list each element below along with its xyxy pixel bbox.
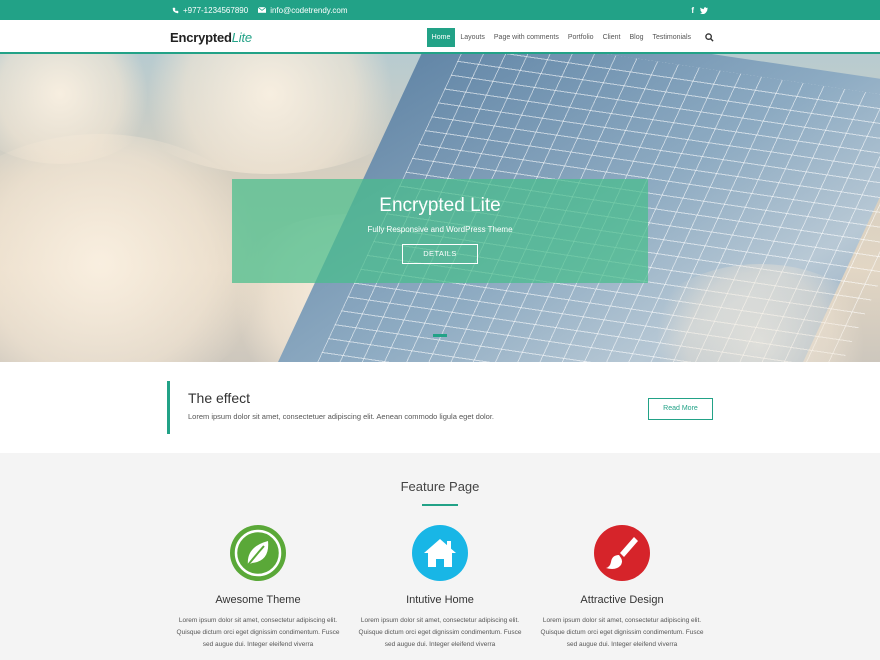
feature-item: Intutive Home Lorem ipsum dolor sit amet… <box>350 525 530 651</box>
phone-number[interactable]: +977-1234567890 <box>183 6 248 15</box>
feature-item: Awesome Theme Lorem ipsum dolor sit amet… <box>168 525 348 651</box>
contact-info: +977-1234567890 info@codetrendy.com <box>172 0 348 20</box>
feature-name: Attractive Design <box>580 594 664 606</box>
nav-item-page-with-comments[interactable]: Page with comments <box>490 29 563 46</box>
search-icon[interactable] <box>705 33 714 42</box>
envelope-icon <box>258 7 267 13</box>
nav-item-home[interactable]: Home <box>426 28 456 47</box>
title-underline <box>422 504 458 506</box>
details-button[interactable]: DETAILS <box>402 244 478 264</box>
facebook-icon[interactable]: f <box>691 6 694 15</box>
hero-caption: Encrypted Lite Fully Responsive and Word… <box>232 179 648 283</box>
phone-icon <box>172 7 179 13</box>
feature-text: Lorem ipsum dolor sit amet, consectetur … <box>540 617 704 648</box>
email-contact: info@codetrendy.com <box>258 6 348 15</box>
email-address[interactable]: info@codetrendy.com <box>270 6 347 15</box>
twitter-icon[interactable] <box>700 6 708 14</box>
read-more-button[interactable]: Read More <box>648 398 713 420</box>
leaf-icon[interactable] <box>230 525 286 581</box>
feature-name: Intutive Home <box>406 594 474 606</box>
paintbrush-icon[interactable] <box>594 525 650 581</box>
effect-text: Lorem ipsum dolor sit amet, consectetuer… <box>188 412 495 421</box>
hero-subtitle: Fully Responsive and WordPress Theme <box>367 225 513 234</box>
nav-item-blog[interactable]: Blog <box>625 29 647 46</box>
nav-item-portfolio[interactable]: Portfolio <box>564 29 598 46</box>
nav-item-layouts[interactable]: Layouts <box>456 29 489 46</box>
effect-title: The effect <box>188 390 251 406</box>
site-logo[interactable]: EncryptedLite <box>170 30 252 45</box>
top-bar: +977-1234567890 info@codetrendy.com f <box>0 0 880 20</box>
site-header: EncryptedLite Home Layouts Page with com… <box>0 20 880 54</box>
feature-text: Lorem ipsum dolor sit amet, consectetur … <box>176 617 340 648</box>
accent-bar <box>167 381 170 434</box>
logo-accent: Lite <box>231 30 252 45</box>
hero-title: Encrypted Lite <box>379 195 501 216</box>
feature-text: Lorem ipsum dolor sit amet, consectetur … <box>358 617 522 648</box>
feature-name: Awesome Theme <box>215 594 301 606</box>
social-links: f <box>691 0 708 20</box>
slider-indicator[interactable] <box>433 334 447 337</box>
effect-section: The effect Lorem ipsum dolor sit amet, c… <box>0 362 880 453</box>
feature-item: Attractive Design Lorem ipsum dolor sit … <box>532 525 712 651</box>
logo-main: Encrypted <box>170 30 232 45</box>
home-icon[interactable] <box>412 525 468 581</box>
main-nav: Home Layouts Page with comments Portfoli… <box>426 28 714 47</box>
nav-item-testimonials[interactable]: Testimonials <box>648 29 695 46</box>
features-title: Feature Page <box>400 479 480 494</box>
hero-slider: Encrypted Lite Fully Responsive and Word… <box>0 54 880 362</box>
phone-contact: +977-1234567890 <box>172 6 248 15</box>
features-section: Feature Page Awesome Theme Lorem ipsum d… <box>0 453 880 660</box>
nav-item-client[interactable]: Client <box>599 29 625 46</box>
